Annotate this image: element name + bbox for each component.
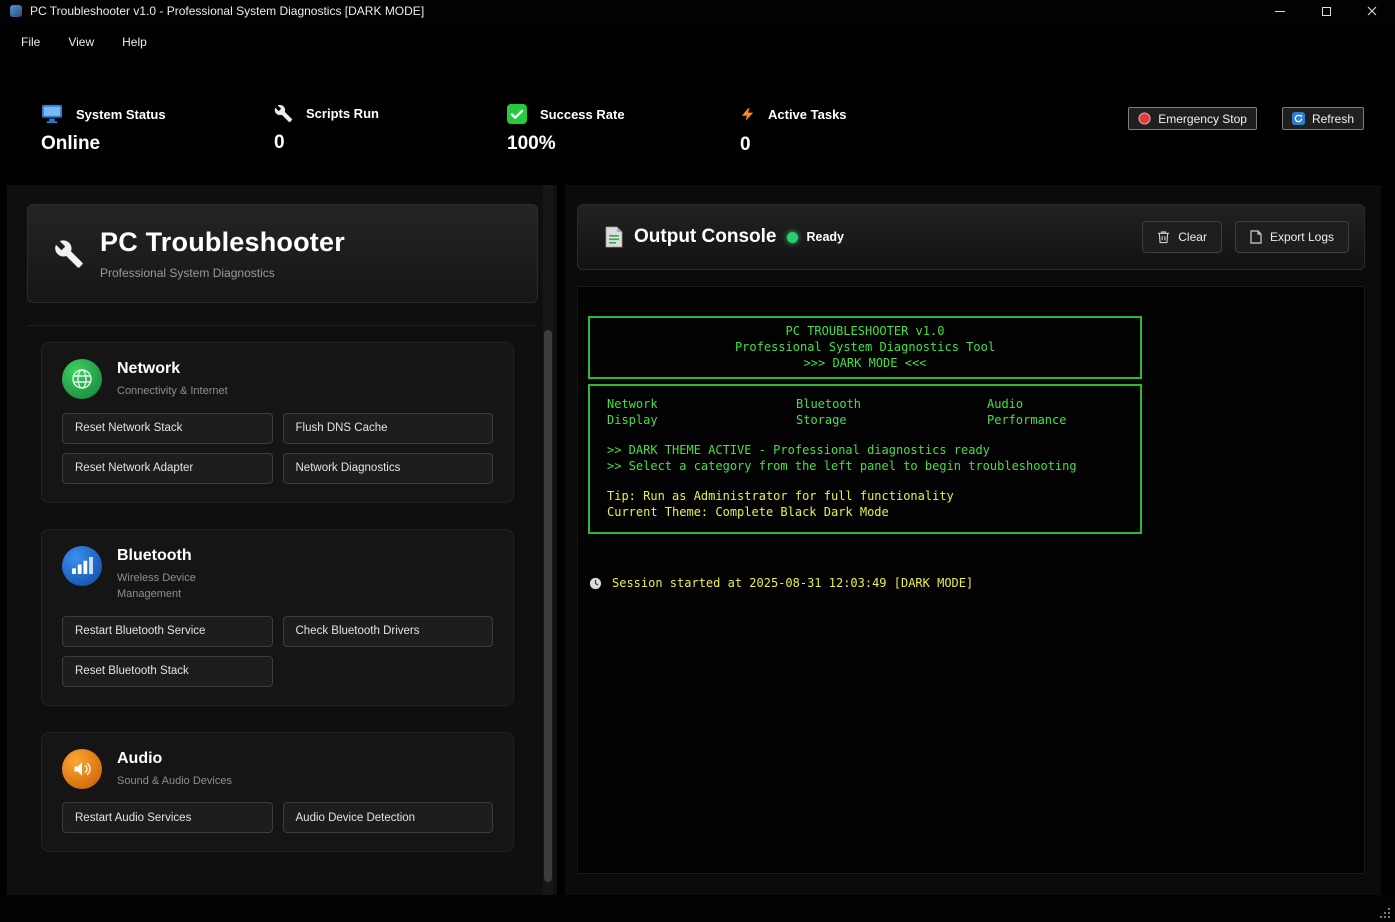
menu-bar: File View Help [0,22,1395,62]
trash-icon [1157,230,1170,244]
monitor-icon [41,104,63,124]
minimize-button[interactable] [1257,0,1303,22]
console-tip-line: Tip: Run as Administrator for full funct… [607,489,1130,505]
check-icon [507,104,527,124]
stat-label: Scripts Run [306,106,379,121]
banner-line: PC TROUBLESHOOTER v1.0 [590,323,1140,339]
app-window: PC Troubleshooter v1.0 - Professional Sy… [0,0,1395,922]
stat-value: 0 [274,132,507,154]
tools-icon [274,104,293,123]
window-controls [1257,0,1395,22]
console-title: Output Console [634,226,776,248]
reset-network-stack-button[interactable]: Reset Network Stack [62,413,273,444]
flush-dns-cache-button[interactable]: Flush DNS Cache [283,413,494,444]
resize-grip-icon[interactable] [1380,908,1390,918]
scrollbar-thumb[interactable] [544,330,552,882]
wrench-icon [54,239,84,269]
export-document-icon [1250,230,1262,244]
stat-value: 0 [740,134,973,156]
globe-icon [62,359,102,399]
menu-view[interactable]: View [54,29,108,55]
refresh-label: Refresh [1312,112,1354,126]
maximize-icon [1322,7,1331,16]
menu-help[interactable]: Help [108,29,161,55]
refresh-button[interactable]: Refresh [1282,107,1364,130]
stat-active-tasks: Active Tasks 0 [740,104,973,156]
minimize-icon [1275,11,1285,12]
left-panel-scrollbar[interactable] [543,185,553,895]
category-desc: Sound & Audio Devices [117,773,237,790]
stat-scripts-run: Scripts Run 0 [274,104,507,154]
session-message: Session started at 2025-08-31 12:03:49 [… [612,576,973,590]
titlebar: PC Troubleshooter v1.0 - Professional Sy… [0,0,1395,22]
app-icon [10,5,22,17]
category-name: Audio [117,750,237,768]
console-line: >> Select a category from the left panel… [607,459,1130,475]
stat-success-rate: Success Rate 100% [507,104,740,155]
emergency-stop-label: Emergency Stop [1158,112,1247,126]
app-subtitle: Professional System Diagnostics [100,266,345,280]
check-bluetooth-drivers-button[interactable]: Check Bluetooth Drivers [283,616,494,647]
status-bar [0,895,1395,922]
left-panel: PC Troubleshooter Professional System Di… [7,185,557,895]
network-diagnostics-button[interactable]: Network Diagnostics [283,453,494,484]
close-icon [1367,6,1377,16]
category-card-network: Network Connectivity & Internet Reset Ne… [41,342,514,503]
stat-system-status: System Status Online [41,104,274,155]
audio-device-detection-button[interactable]: Audio Device Detection [283,802,494,833]
console-banner: PC TROUBLESHOOTER v1.0 Professional Syst… [588,316,1142,379]
category-name: Bluetooth [117,547,237,565]
banner-line: >>> DARK MODE <<< [590,355,1140,371]
menu-file[interactable]: File [7,29,54,55]
console-theme-line: Current Theme: Complete Black Dark Mode [607,505,1130,521]
stats-bar: System Status Online Scripts Run 0 Succe… [0,62,1395,185]
clock-icon [589,577,602,590]
close-button[interactable] [1349,0,1395,22]
stat-label: Success Rate [540,107,625,122]
stat-label: Active Tasks [768,107,847,122]
emergency-stop-button[interactable]: Emergency Stop [1128,107,1257,130]
sidebar-header: PC Troubleshooter Professional System Di… [27,204,538,303]
category-grid-row: Display Storage Performance [607,413,1130,429]
maximize-button[interactable] [1303,0,1349,22]
console-info-box: Network Bluetooth Audio Display Storage … [588,384,1142,534]
export-logs-button[interactable]: Export Logs [1235,221,1349,253]
stat-value: Online [41,133,274,155]
session-row: Session started at 2025-08-31 12:03:49 [… [588,576,1354,590]
speaker-icon [62,749,102,789]
main-area: PC Troubleshooter Professional System Di… [0,185,1395,895]
lightning-icon [740,104,755,125]
console-status: Ready [806,230,844,244]
reset-bluetooth-stack-button[interactable]: Reset Bluetooth Stack [62,656,273,687]
refresh-icon [1292,112,1305,125]
right-panel: Output Console Ready Clear [565,185,1381,895]
console-actions: Clear Export Logs [1142,221,1349,253]
category-grid-row: Network Bluetooth Audio [607,397,1130,413]
restart-bluetooth-service-button[interactable]: Restart Bluetooth Service [62,616,273,647]
window-title: PC Troubleshooter v1.0 - Professional Sy… [30,4,424,18]
reset-network-adapter-button[interactable]: Reset Network Adapter [62,453,273,484]
output-console: PC TROUBLESHOOTER v1.0 Professional Syst… [577,286,1365,874]
category-name: Network [117,360,237,378]
export-logs-label: Export Logs [1270,230,1334,244]
stat-value: 100% [507,133,740,155]
category-card-bluetooth: Bluetooth Wireless Device Management Res… [41,529,514,706]
restart-audio-services-button[interactable]: Restart Audio Services [62,802,273,833]
top-actions: Emergency Stop Refresh [1128,107,1364,130]
status-dot-icon [787,232,798,243]
stop-icon [1138,112,1151,125]
signal-bars-icon [62,546,102,586]
log-document-icon [605,226,623,248]
console-header: Output Console Ready Clear [577,204,1365,270]
clear-label: Clear [1178,230,1207,244]
stat-label: System Status [76,107,166,122]
console-line: >> DARK THEME ACTIVE - Professional diag… [607,443,1130,459]
category-desc: Connectivity & Internet [117,383,237,400]
category-desc: Wireless Device Management [117,570,237,603]
banner-line: Professional System Diagnostics Tool [590,339,1140,355]
clear-button[interactable]: Clear [1142,221,1222,253]
app-title: PC Troubleshooter [100,227,345,258]
category-card-audio: Audio Sound & Audio Devices Restart Audi… [41,732,514,853]
category-list: Network Connectivity & Internet Reset Ne… [27,325,538,895]
